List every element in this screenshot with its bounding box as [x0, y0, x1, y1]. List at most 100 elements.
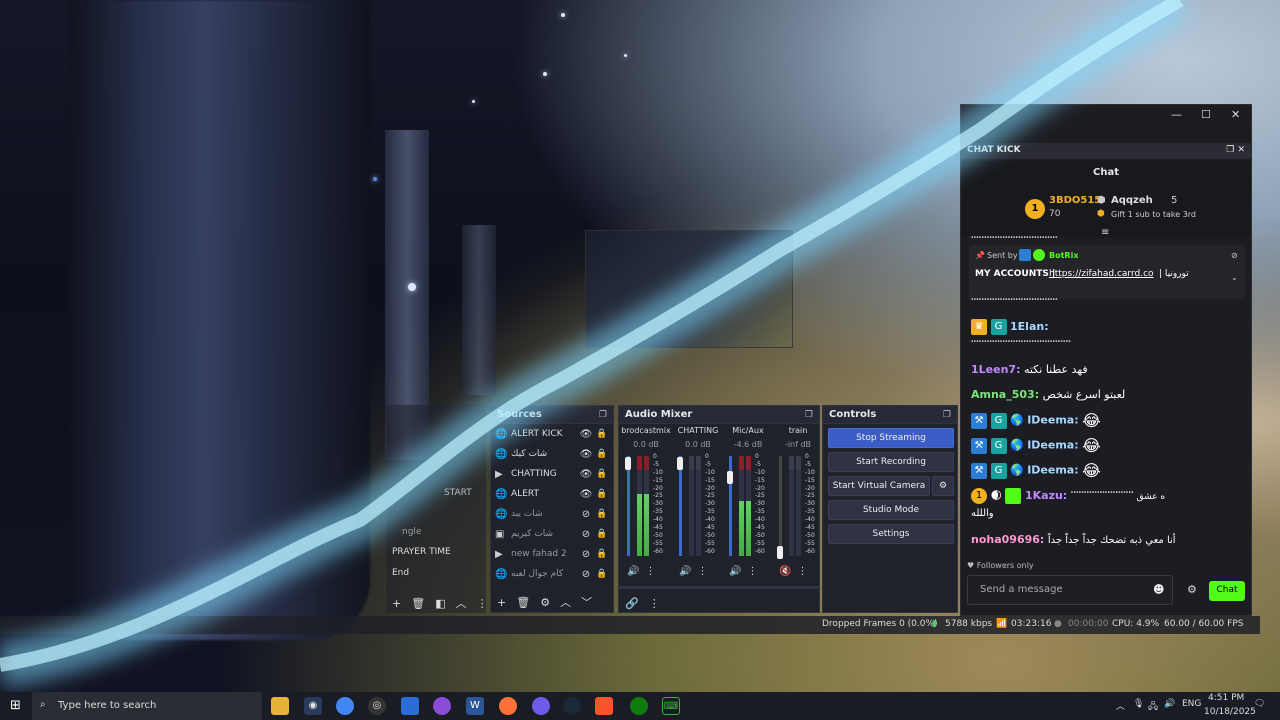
- chat-username[interactable]: IDeema:: [1027, 439, 1078, 452]
- clock-time[interactable]: 4:51 PM: [1208, 693, 1244, 703]
- chat-username[interactable]: 1Elan:: [1010, 320, 1049, 333]
- microphone-icon[interactable]: 🎙: [1133, 699, 1144, 709]
- studio-mode-button[interactable]: Studio Mode: [828, 500, 954, 520]
- eye-icon[interactable]: 👁: [577, 469, 595, 480]
- trash-icon[interactable]: 🗑: [516, 596, 530, 609]
- unpin-icon[interactable]: ⊘: [1231, 251, 1238, 260]
- scene-item[interactable]: START: [444, 488, 472, 498]
- float-dock-icon[interactable]: ❐: [805, 410, 813, 420]
- pinned-message[interactable]: 📌 Sent by BotRix ⊘ MY ACCOUNTS | https:/…: [969, 245, 1245, 299]
- float-dock-icon[interactable]: ❐: [599, 410, 607, 420]
- chat-username[interactable]: IDeema:: [1027, 414, 1078, 427]
- volume-slider-knob[interactable]: [625, 457, 631, 470]
- close-icon[interactable]: ✕: [1231, 108, 1240, 121]
- eye-icon[interactable]: 👁: [577, 449, 595, 460]
- source-item[interactable]: ▶ CHATTING 👁 🔒: [491, 464, 613, 484]
- chrome-icon[interactable]: [336, 697, 354, 715]
- more-icon[interactable]: ⋮: [797, 566, 807, 577]
- lock-icon[interactable]: 🔒: [595, 509, 609, 519]
- chat-username[interactable]: Amna_503:: [971, 388, 1039, 401]
- speaker-icon[interactable]: 🔊: [729, 566, 741, 577]
- stop-streaming-button[interactable]: Stop Streaming: [828, 428, 954, 448]
- add-source-button[interactable]: +: [497, 596, 506, 609]
- virtual-camera-settings-button[interactable]: ⚙: [932, 476, 954, 496]
- eye-hidden-icon[interactable]: ⊘: [577, 529, 595, 540]
- lock-icon[interactable]: 🔒: [595, 529, 609, 539]
- volume-slider-knob[interactable]: [727, 471, 733, 484]
- start-recording-button[interactable]: Start Recording: [828, 452, 954, 472]
- volume-slider-knob[interactable]: [777, 546, 783, 559]
- lock-icon[interactable]: 🔒: [595, 549, 609, 559]
- network-icon[interactable]: 🖧: [1148, 699, 1158, 715]
- chat-username[interactable]: 1Leen7:: [971, 363, 1020, 376]
- terminal-icon[interactable]: ⌨: [662, 697, 680, 715]
- eye-hidden-icon[interactable]: ⊘: [577, 509, 595, 520]
- scene-item[interactable]: End: [392, 568, 409, 578]
- eye-hidden-icon[interactable]: ⊘: [577, 549, 595, 560]
- volume-slider-track[interactable]: [627, 456, 630, 556]
- windows-start-icon[interactable]: ⊞: [10, 698, 21, 713]
- volume-icon[interactable]: 🔊: [1164, 699, 1175, 709]
- trash-icon[interactable]: 🗑: [411, 597, 425, 610]
- settings-button[interactable]: Settings: [828, 524, 954, 544]
- float-dock-icon[interactable]: ❐: [943, 410, 951, 420]
- lock-icon[interactable]: 🔒: [595, 569, 609, 579]
- source-item[interactable]: 🌐 ALERT KICK 👁 🔒: [491, 424, 613, 444]
- source-item[interactable]: ▶ new fahad 2 ⊘ 🔒: [491, 544, 613, 564]
- taskbar-search-input[interactable]: ⌕ Type here to search: [32, 692, 262, 720]
- volume-slider-track[interactable]: [779, 456, 782, 556]
- eye-icon[interactable]: 👁: [577, 429, 595, 440]
- maximize-icon[interactable]: ☐: [1201, 108, 1211, 121]
- source-item[interactable]: 🌐 شات يبد ⊘ 🔒: [491, 504, 613, 524]
- lock-icon[interactable]: 🔒: [595, 489, 609, 499]
- eye-icon[interactable]: 👁: [577, 489, 595, 500]
- chat-username[interactable]: 1Kazu:: [1025, 489, 1067, 502]
- gear-icon[interactable]: ⚙: [1187, 583, 1197, 596]
- more-icon[interactable]: ⋮: [747, 566, 757, 577]
- chat-username[interactable]: noha09696:: [971, 533, 1044, 546]
- send-chat-button[interactable]: Chat: [1209, 581, 1245, 601]
- obs-icon[interactable]: ◎: [368, 697, 386, 715]
- expand-leaderboard-icon[interactable]: ≡: [1101, 227, 1109, 238]
- start-virtual-camera-button[interactable]: Start Virtual Camera: [828, 476, 930, 496]
- muted-speaker-icon[interactable]: 🔇: [779, 566, 791, 577]
- chevron-down-icon[interactable]: ﹀: [581, 594, 592, 610]
- lock-icon[interactable]: 🔒: [595, 449, 609, 459]
- brave-icon[interactable]: [595, 697, 613, 715]
- lock-icon[interactable]: 🔒: [595, 469, 609, 479]
- speaker-icon[interactable]: 🔊: [627, 566, 639, 577]
- source-item[interactable]: 🌐 كام جوال لعبه ⊘ 🔒: [491, 564, 613, 584]
- link-icon[interactable]: 🔗: [625, 597, 639, 610]
- source-item[interactable]: ▣ شات كيريم ⊘ 🔒: [491, 524, 613, 544]
- add-scene-button[interactable]: +: [392, 597, 401, 610]
- chevron-down-icon[interactable]: ⌄: [1231, 273, 1238, 282]
- chevron-up-icon[interactable]: ︿: [1116, 699, 1125, 712]
- steam-icon[interactable]: [563, 697, 581, 715]
- xbox-icon[interactable]: [630, 697, 648, 715]
- more-icon[interactable]: ⋮: [697, 566, 707, 577]
- obs-taskbar-icon[interactable]: ◉: [304, 697, 322, 715]
- volume-slider-knob[interactable]: [677, 457, 683, 470]
- file-explorer-icon[interactable]: [271, 697, 289, 715]
- mixer-scrollbar[interactable]: [619, 586, 819, 589]
- firefox-icon[interactable]: [499, 697, 517, 715]
- volume-slider-track[interactable]: [679, 456, 682, 556]
- source-item[interactable]: 🌐 شات كيك 👁 🔒: [491, 444, 613, 464]
- filters-icon[interactable]: ◧: [435, 597, 445, 610]
- lock-icon[interactable]: 🔒: [595, 429, 609, 439]
- minimize-icon[interactable]: —: [1171, 108, 1182, 121]
- pinned-link[interactable]: https://zifahad.carrd.co: [1049, 269, 1154, 279]
- notifications-icon[interactable]: 🗨: [1254, 699, 1265, 709]
- speaker-icon[interactable]: 🔊: [679, 566, 691, 577]
- clock-date[interactable]: 10/18/2025: [1204, 707, 1256, 717]
- chat-username[interactable]: IDeema:: [1027, 464, 1078, 477]
- more-icon[interactable]: ⋮: [477, 597, 488, 610]
- app-icon[interactable]: [433, 697, 451, 715]
- eye-hidden-icon[interactable]: ⊘: [577, 569, 595, 580]
- scene-item[interactable]: PRAYER TIME: [392, 547, 451, 557]
- chat-message-input[interactable]: Send a message: [967, 575, 1173, 605]
- more-icon[interactable]: ⋮: [645, 566, 655, 577]
- gear-icon[interactable]: ⚙: [540, 596, 550, 609]
- close-icon[interactable]: ✕: [1237, 145, 1245, 155]
- source-item[interactable]: 🌐 ALERT 👁 🔒: [491, 484, 613, 504]
